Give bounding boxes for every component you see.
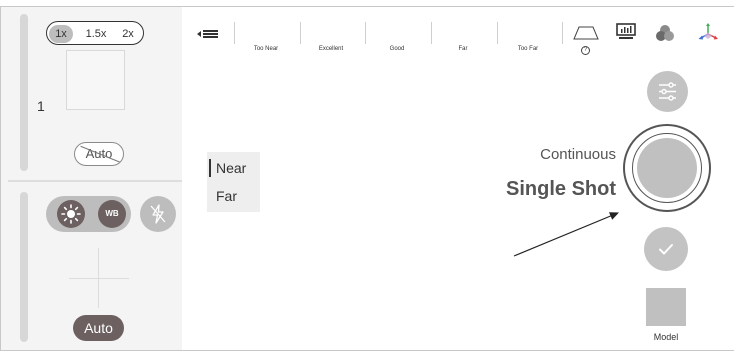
camera-capture-screen: 1x 1.5x 2x 1 Auto WB <box>0 0 734 352</box>
pointer-arrow <box>513 212 619 257</box>
